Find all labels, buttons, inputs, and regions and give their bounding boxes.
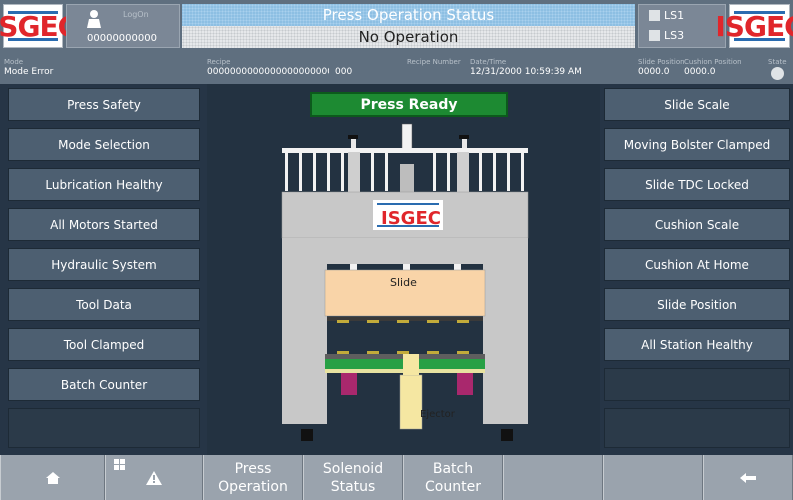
operation-status: No Operation — [182, 26, 635, 48]
ls3-indicator: LS3 — [649, 29, 684, 42]
press-machine-diagram — [281, 123, 529, 441]
empty-tab[interactable] — [503, 455, 603, 500]
batch-counter-button[interactable]: Batch Counter — [8, 368, 200, 401]
limit-switch-panel: LS1 LS3 — [638, 4, 726, 48]
recipe-number-value: 000 — [335, 67, 353, 77]
alarm-button[interactable] — [105, 455, 203, 500]
press-safety-button[interactable]: Press Safety — [8, 88, 200, 121]
all-station-healthy-button[interactable]: All Station Healthy — [604, 328, 790, 361]
cushion-position-value: 0000.0 — [684, 67, 716, 77]
logon-panel[interactable]: LogOn 00000000000 — [66, 4, 180, 48]
slide-tdc-locked-button[interactable]: Slide TDC Locked — [604, 168, 790, 201]
back-button[interactable] — [703, 455, 793, 500]
tool-clamped-button[interactable]: Tool Clamped — [8, 328, 200, 361]
batch-counter-label-1: Batch — [432, 460, 474, 477]
left-button-column: Press Safety Mode Selection Lubrication … — [0, 84, 207, 455]
moving-bolster-clamped-button[interactable]: Moving Bolster Clamped — [604, 128, 790, 161]
solenoid-status-label-1: Solenoid — [322, 460, 384, 477]
mode-selection-button[interactable]: Mode Selection — [8, 128, 200, 161]
all-motors-started-button[interactable]: All Motors Started — [8, 208, 200, 241]
batch-counter-label-2: Counter — [425, 478, 481, 495]
press-logo: ISGEC — [381, 207, 441, 229]
recipe-value: 00000000000000000000000000000 — [207, 67, 329, 77]
logon-label[interactable]: LogOn — [123, 10, 149, 19]
alarm-icon[interactable] — [146, 470, 162, 485]
isgec-logo-left: ISGEC — [0, 4, 78, 48]
state-indicator — [771, 67, 784, 80]
press-operation-label-1: Press — [234, 460, 272, 477]
mode-value: Mode Error — [4, 67, 54, 77]
empty-slot — [8, 408, 200, 448]
cushion-scale-button[interactable]: Cushion Scale — [604, 208, 790, 241]
slide-position-button[interactable]: Slide Position — [604, 288, 790, 321]
grid-icon — [114, 459, 125, 470]
page-title: Press Operation Status — [182, 4, 635, 26]
slide-position-label: Slide Position — [638, 58, 685, 66]
slide-label: Slide — [390, 276, 417, 289]
empty-slot — [604, 408, 790, 448]
isgec-logo-right: ISGEC — [715, 4, 793, 48]
slide-position-value: 0000.0 — [638, 67, 670, 77]
solenoid-status-tab[interactable]: Solenoid Status — [303, 455, 403, 500]
press-operation-label-2: Operation — [218, 478, 288, 495]
state-label: State — [768, 58, 787, 66]
mode-label: Mode — [4, 58, 24, 66]
ls1-indicator: LS1 — [649, 9, 684, 22]
empty-slot — [604, 368, 790, 401]
datetime-label: Date/Time — [470, 58, 507, 66]
user-icon[interactable] — [85, 9, 103, 29]
back-arrow-icon[interactable] — [740, 472, 756, 483]
slide-scale-button[interactable]: Slide Scale — [604, 88, 790, 121]
lubrication-healthy-button[interactable]: Lubrication Healthy — [8, 168, 200, 201]
recipe-label: Recipe — [207, 58, 231, 66]
batch-counter-tab[interactable]: Batch Counter — [403, 455, 503, 500]
solenoid-status-label-2: Status — [330, 478, 376, 495]
tool-data-button[interactable]: Tool Data — [8, 288, 200, 321]
user-id: 00000000000 — [87, 33, 157, 44]
recipe-number-label: Recipe Number — [407, 58, 461, 66]
right-button-column: Slide Scale Moving Bolster Clamped Slide… — [600, 84, 793, 455]
cushion-at-home-button[interactable]: Cushion At Home — [604, 248, 790, 281]
hydraulic-system-button[interactable]: Hydraulic System — [8, 248, 200, 281]
press-operation-tab[interactable]: Press Operation — [203, 455, 303, 500]
home-button[interactable] — [0, 455, 105, 500]
ejector-label: Ejector — [420, 409, 455, 420]
empty-tab[interactable] — [603, 455, 703, 500]
cushion-position-label: Cushion Position — [684, 58, 742, 66]
datetime-value: 12/31/2000 10:59:39 AM — [470, 67, 582, 77]
home-icon[interactable] — [45, 471, 60, 484]
